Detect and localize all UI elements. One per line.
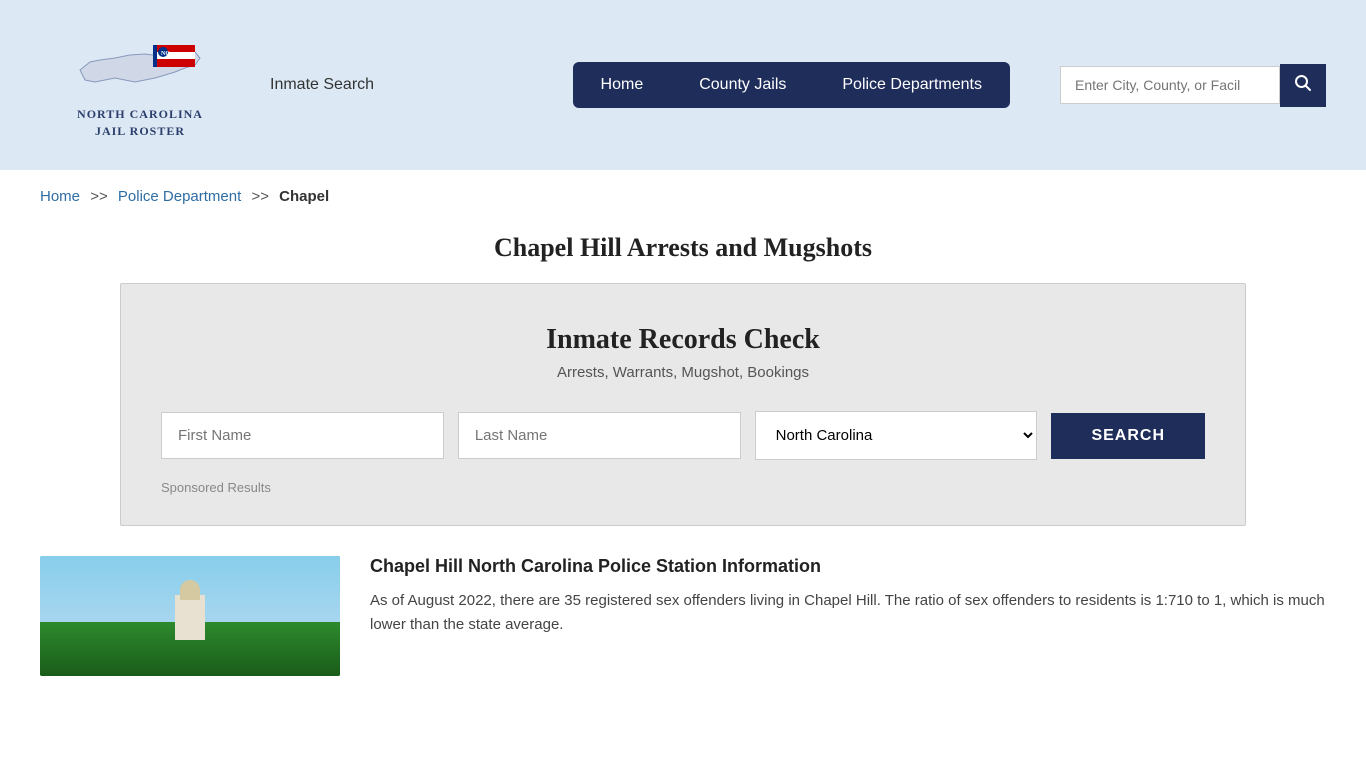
- records-check-subtitle: Arrests, Warrants, Mugshot, Bookings: [161, 364, 1205, 381]
- breadcrumb-home[interactable]: Home: [40, 188, 80, 205]
- records-check-title: Inmate Records Check: [161, 324, 1205, 356]
- content-section: Chapel Hill North Carolina Police Statio…: [40, 556, 1326, 696]
- site-title: NORTH CAROLINA JAIL ROSTER: [77, 106, 203, 140]
- breadcrumb-police-dept[interactable]: Police Department: [118, 188, 241, 205]
- chapel-hill-image: [40, 556, 340, 676]
- breadcrumb-current: Chapel: [279, 188, 329, 205]
- search-icon: [1294, 74, 1312, 92]
- header-search-button[interactable]: [1280, 64, 1326, 107]
- breadcrumb-sep1: >>: [90, 188, 108, 205]
- content-text: Chapel Hill North Carolina Police Statio…: [370, 556, 1326, 676]
- image-dome: [180, 580, 200, 600]
- svg-text:NC: NC: [161, 51, 170, 57]
- records-form: AlabamaAlaskaArizonaArkansasCaliforniaCo…: [161, 411, 1205, 460]
- site-header: NC NORTH CAROLINA JAIL ROSTER Inmate Sea…: [0, 0, 1366, 170]
- nc-map-logo: NC: [75, 30, 205, 100]
- state-select[interactable]: AlabamaAlaskaArizonaArkansasCaliforniaCo…: [755, 411, 1038, 460]
- header-search-input[interactable]: [1060, 66, 1280, 104]
- first-name-input[interactable]: [161, 412, 444, 459]
- image-building: [175, 595, 205, 640]
- police-departments-nav-btn[interactable]: Police Departments: [814, 62, 1010, 108]
- breadcrumb-sep2: >>: [251, 188, 269, 205]
- content-body: As of August 2022, there are 35 register…: [370, 589, 1326, 637]
- page-title: Chapel Hill Arrests and Mugshots: [40, 233, 1326, 263]
- main-nav: Home County Jails Police Departments: [573, 62, 1010, 108]
- breadcrumb: Home >> Police Department >> Chapel: [0, 170, 1366, 223]
- logo-area: NC NORTH CAROLINA JAIL ROSTER: [40, 30, 240, 140]
- county-jails-nav-btn[interactable]: County Jails: [671, 62, 814, 108]
- header-search-area: [1060, 64, 1326, 107]
- records-search-button[interactable]: SEARCH: [1051, 413, 1205, 459]
- records-check-box: Inmate Records Check Arrests, Warrants, …: [120, 283, 1246, 526]
- home-nav-btn[interactable]: Home: [573, 62, 672, 108]
- inmate-search-link[interactable]: Inmate Search: [270, 76, 374, 94]
- sponsored-results-label: Sponsored Results: [161, 480, 1205, 495]
- last-name-input[interactable]: [458, 412, 741, 459]
- content-heading: Chapel Hill North Carolina Police Statio…: [370, 556, 1326, 577]
